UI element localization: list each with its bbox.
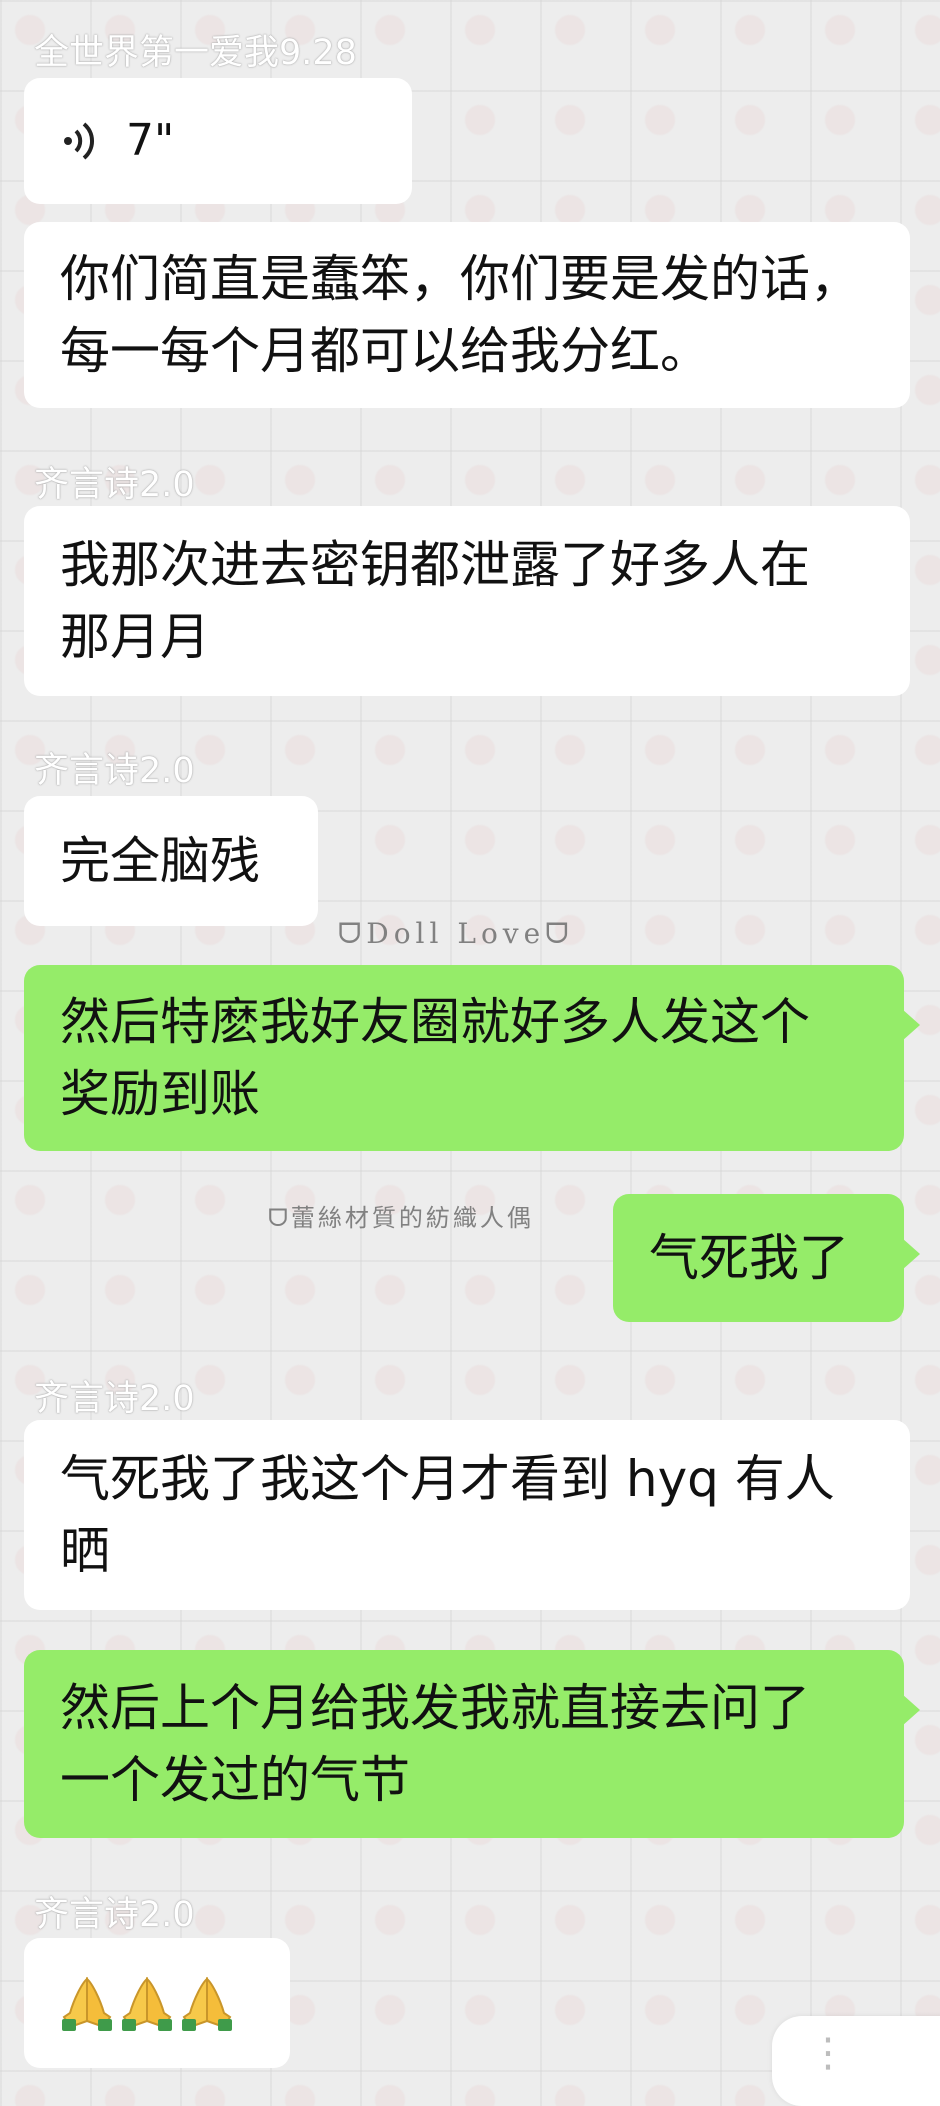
watermark: ᗜDoll Loveᗜ: [338, 917, 574, 950]
voice-message-bubble[interactable]: 7": [24, 78, 412, 204]
message-bubble-outgoing[interactable]: 然后上个月给我发我就直接去问了 一个发过的气节: [24, 1650, 920, 1838]
message-line: 气死我了: [649, 1229, 849, 1287]
message-bubble[interactable]: 完全脑残: [24, 796, 318, 926]
sender-name: 全世界第一爱我9.28: [34, 33, 357, 73]
voice-wave-icon: [64, 122, 95, 160]
message-line: 你们简直是蠢笨，你们要是发的话，: [60, 250, 860, 308]
more-icon: ⋮: [808, 2030, 848, 2076]
chat-area[interactable]: 全世界第一爱我9.28 7" 你们简直是蠢笨，你们要是发的话， 每一每个月都可以…: [0, 0, 940, 2106]
sender-name: 齐言诗2.0: [34, 751, 195, 791]
sender-name: 齐言诗2.0: [34, 465, 195, 505]
emoji-row: [60, 1938, 254, 2068]
message-line: 那月月: [60, 608, 210, 666]
message-line: 然后特麽我好友圈就好多人发这个: [60, 993, 810, 1051]
message-bubble-outgoing[interactable]: 气死我了: [613, 1194, 920, 1322]
message-line: 晒: [60, 1522, 110, 1580]
message-line: 然后上个月给我发我就直接去问了: [60, 1679, 810, 1737]
message-bubble[interactable]: 你们简直是蠢笨，你们要是发的话， 每一每个月都可以给我分红。: [24, 222, 910, 408]
folded-hands-icon: [182, 1976, 232, 2031]
message-bubble[interactable]: 气死我了我这个月才看到 hyq 有人 晒: [24, 1420, 910, 1610]
voice-duration: 7": [126, 115, 175, 166]
message-line: 每一每个月都可以给我分红。: [60, 322, 710, 380]
folded-hands-icon: [122, 1976, 172, 2031]
message-line: 奖励到账: [60, 1065, 260, 1123]
message-line: 完全脑残: [60, 832, 260, 890]
message-line: 我那次进去密钥都泄露了好多人在: [60, 536, 810, 594]
message-line: 气死我了我这个月才看到 hyq 有人: [60, 1450, 835, 1508]
emoji-message-bubble[interactable]: [24, 1938, 290, 2068]
sender-name: 齐言诗2.0: [34, 1895, 195, 1935]
floating-button[interactable]: [772, 2016, 940, 2106]
message-line: 一个发过的气节: [60, 1751, 410, 1809]
message-bubble[interactable]: 我那次进去密钥都泄露了好多人在 那月月: [24, 506, 910, 696]
folded-hands-icon: [62, 1976, 112, 2031]
message-bubble-outgoing[interactable]: 然后特麽我好友圈就好多人发这个 奖励到账: [24, 965, 920, 1151]
sender-name: 齐言诗2.0: [34, 1379, 195, 1419]
watermark: ᗜ蕾絲材質的紡織人偶: [268, 1204, 534, 1232]
